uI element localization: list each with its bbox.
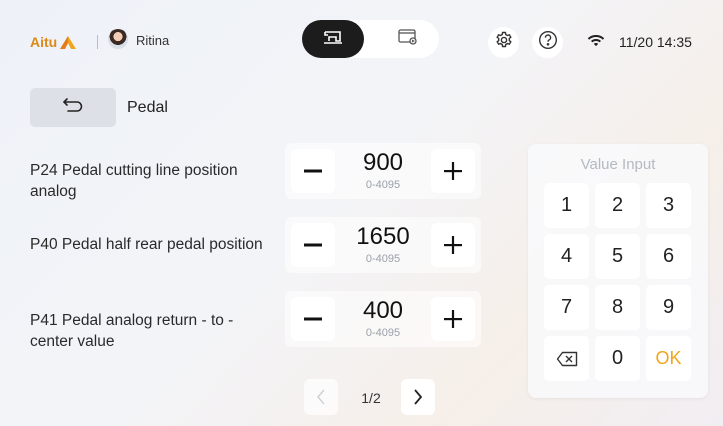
sewing-mode-button[interactable] <box>302 20 364 58</box>
key-5[interactable]: 5 <box>595 234 640 279</box>
page-title: Pedal <box>127 99 168 116</box>
return-arrow-icon <box>62 97 84 118</box>
decrement-button[interactable] <box>291 149 335 193</box>
key-7[interactable]: 7 <box>544 285 589 330</box>
backspace-key[interactable] <box>544 336 589 381</box>
key-9[interactable]: 9 <box>646 285 691 330</box>
param-label-p40: P40 Pedal half rear pedal position <box>30 236 263 253</box>
sewing-machine-icon <box>323 29 343 50</box>
key-6[interactable]: 6 <box>646 234 691 279</box>
increment-button[interactable] <box>431 297 475 341</box>
avatar[interactable] <box>108 29 128 49</box>
chevron-right-icon <box>414 389 423 405</box>
decrement-button[interactable] <box>291 223 335 267</box>
settings-button[interactable] <box>488 27 519 58</box>
minus-icon <box>304 243 322 247</box>
decrement-button[interactable] <box>291 297 335 341</box>
param-label-p41: P41 Pedal analog return - to - center va… <box>30 312 234 350</box>
next-page-button[interactable] <box>401 379 435 415</box>
gear-icon <box>495 31 513 54</box>
param-range: 0-4095 <box>365 179 401 191</box>
plus-icon <box>444 236 462 254</box>
param-range: 0-4095 <box>365 253 401 265</box>
increment-button[interactable] <box>431 149 475 193</box>
prev-page-button[interactable] <box>304 379 338 415</box>
param-stepper-p24: 900 0-4095 <box>285 143 481 199</box>
param-value[interactable]: 400 <box>335 297 431 325</box>
brand-logo: Aitu <box>30 34 77 50</box>
param-stepper-p41: 400 0-4095 <box>285 291 481 347</box>
param-range: 0-4095 <box>365 327 401 339</box>
media-mode-button[interactable] <box>376 20 439 58</box>
page-indicator: 1/2 <box>361 390 381 406</box>
key-4[interactable]: 4 <box>544 234 589 279</box>
question-mark-icon <box>538 30 558 55</box>
aitu-logo-mark-icon <box>60 35 77 49</box>
datetime: 11/20 14:35 <box>619 34 692 50</box>
header-divider <box>97 35 98 49</box>
minus-icon <box>304 169 322 173</box>
top-bar: Aitu Ritina 11/20 14:35 <box>0 8 723 74</box>
param-value[interactable]: 900 <box>335 149 431 177</box>
plus-icon <box>444 310 462 328</box>
param-stepper-p40: 1650 0-4095 <box>285 217 481 273</box>
wifi-icon <box>587 32 605 53</box>
mode-switch <box>302 20 439 58</box>
brand-name: Aitu <box>30 34 58 50</box>
key-3[interactable]: 3 <box>646 183 691 228</box>
video-playback-icon <box>397 28 418 50</box>
value-input-keypad: Value Input 1 2 3 4 5 6 7 8 9 0 OK <box>528 144 708 398</box>
plus-icon <box>444 162 462 180</box>
backspace-icon <box>556 351 577 366</box>
key-8[interactable]: 8 <box>595 285 640 330</box>
help-button[interactable] <box>532 27 563 58</box>
param-value[interactable]: 1650 <box>335 223 431 251</box>
param-label-p24: P24 Pedal cutting line position analog <box>30 162 238 200</box>
keypad-title: Value Input <box>580 156 656 173</box>
back-button[interactable] <box>30 88 116 127</box>
username: Ritina <box>136 33 170 48</box>
increment-button[interactable] <box>431 223 475 267</box>
key-1[interactable]: 1 <box>544 183 589 228</box>
key-0[interactable]: 0 <box>595 336 640 381</box>
minus-icon <box>304 317 322 321</box>
ok-key[interactable]: OK <box>646 336 691 381</box>
key-2[interactable]: 2 <box>595 183 640 228</box>
chevron-left-icon <box>316 389 325 405</box>
